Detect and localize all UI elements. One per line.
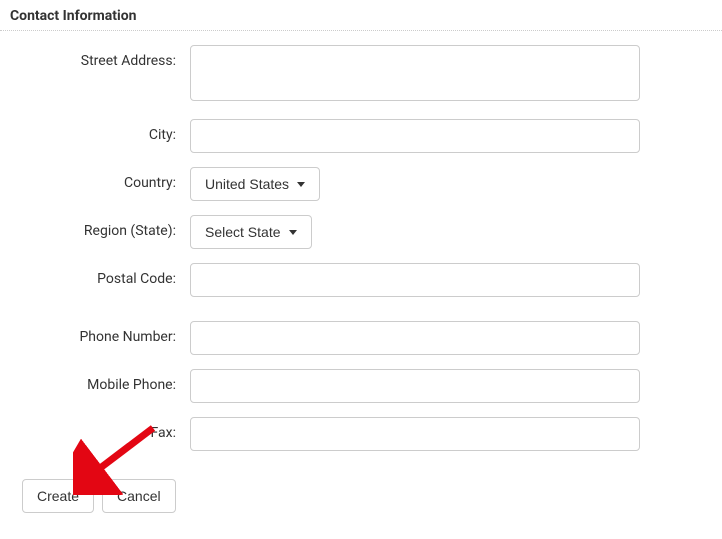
row-mobile-phone: Mobile Phone: <box>0 369 722 403</box>
row-phone-number: Phone Number: <box>0 321 722 355</box>
row-postal-code: Postal Code: <box>0 263 722 297</box>
create-button[interactable]: Create <box>22 479 94 513</box>
country-select[interactable]: United States <box>190 167 320 201</box>
label-country: Country: <box>0 167 190 191</box>
mobile-phone-input[interactable] <box>190 369 640 403</box>
button-row: Create Cancel <box>0 479 722 513</box>
row-fax: Fax: <box>0 417 722 451</box>
row-country: Country: United States <box>0 167 722 201</box>
caret-down-icon <box>297 182 305 187</box>
row-region: Region (State): Select State <box>0 215 722 249</box>
label-street-address: Street Address: <box>0 45 190 69</box>
label-city: City: <box>0 119 190 143</box>
label-mobile-phone: Mobile Phone: <box>0 369 190 393</box>
label-phone-number: Phone Number: <box>0 321 190 345</box>
country-selected-text: United States <box>205 176 289 192</box>
cancel-button[interactable]: Cancel <box>102 479 176 513</box>
label-postal-code: Postal Code: <box>0 263 190 287</box>
fax-input[interactable] <box>190 417 640 451</box>
label-fax: Fax: <box>0 417 190 441</box>
row-city: City: <box>0 119 722 153</box>
street-address-input[interactable] <box>190 45 640 101</box>
section-header: Contact Information <box>0 0 722 31</box>
postal-code-input[interactable] <box>190 263 640 297</box>
row-street-address: Street Address: <box>0 45 722 105</box>
phone-number-input[interactable] <box>190 321 640 355</box>
label-region: Region (State): <box>0 215 190 239</box>
city-input[interactable] <box>190 119 640 153</box>
caret-down-icon <box>289 230 297 235</box>
region-selected-text: Select State <box>205 224 281 240</box>
cancel-button-label: Cancel <box>117 488 161 504</box>
section-title: Contact Information <box>10 8 136 24</box>
create-button-label: Create <box>37 488 79 504</box>
region-select[interactable]: Select State <box>190 215 312 249</box>
